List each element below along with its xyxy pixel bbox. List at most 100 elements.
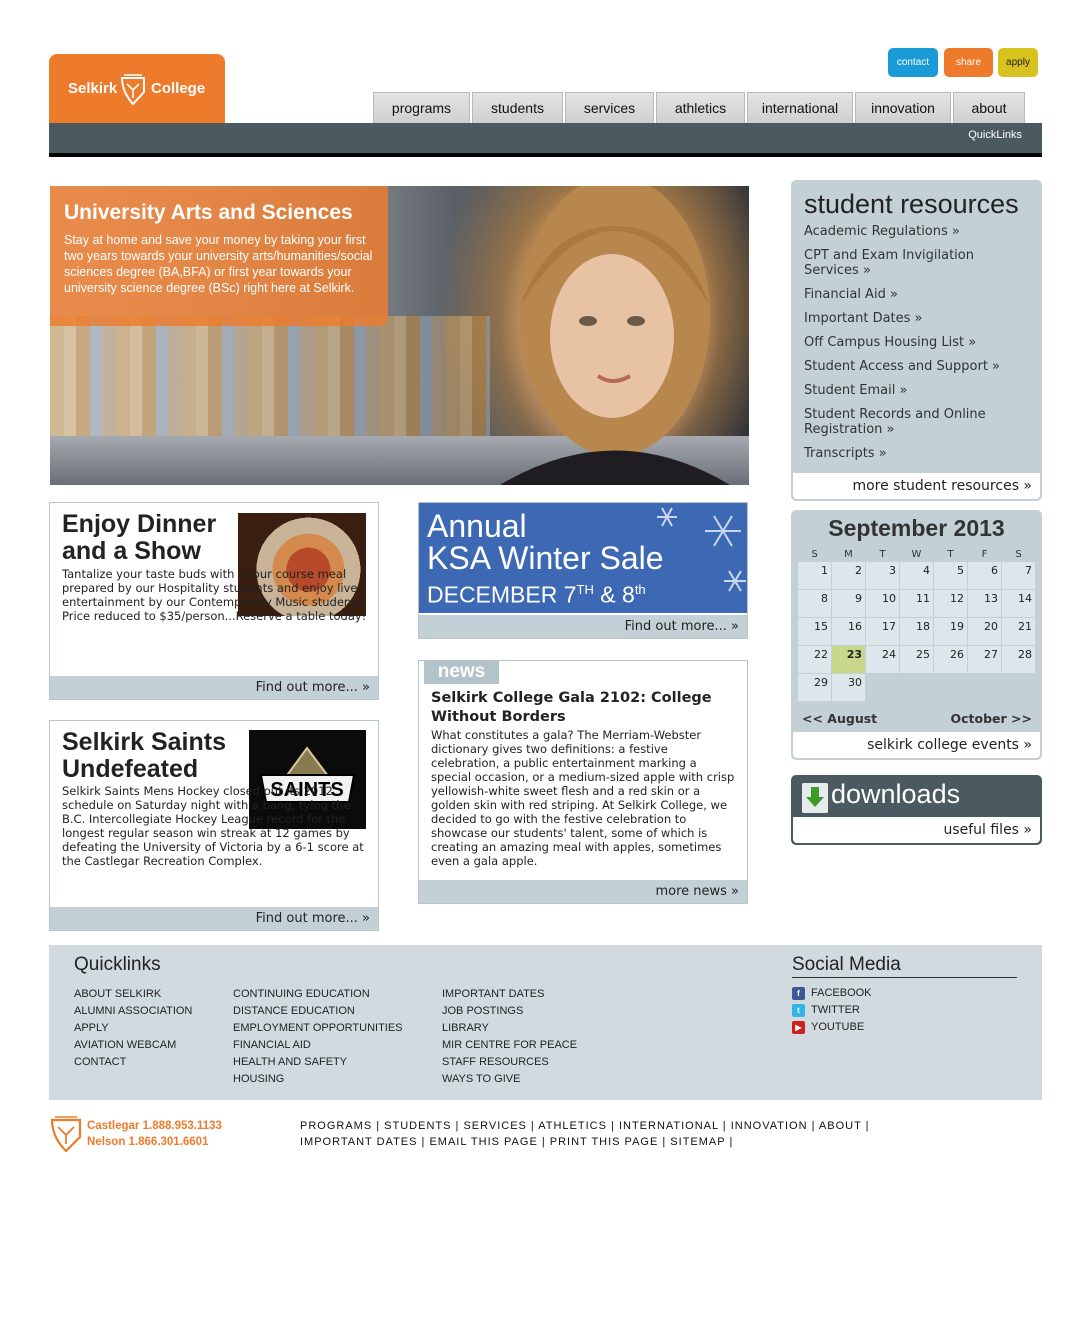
footer-link[interactable]: LIBRARY: [442, 1020, 577, 1037]
youtube-link[interactable]: ▶ YOUTUBE: [792, 1019, 872, 1036]
calendar-day[interactable]: 8: [798, 590, 831, 617]
calendar-day[interactable]: 13: [968, 590, 1001, 617]
calendar-day[interactable]: 15: [798, 618, 831, 645]
bottom-link-print-page[interactable]: PRINT THIS PAGE: [550, 1136, 659, 1148]
calendar-day[interactable]: 4: [900, 562, 933, 589]
share-button[interactable]: share: [944, 48, 993, 77]
footer-link[interactable]: HEALTH AND SAFETY: [233, 1054, 403, 1071]
twitter-link[interactable]: t TWITTER: [792, 1002, 872, 1019]
nav-tab-about[interactable]: about: [953, 92, 1025, 123]
calendar-day[interactable]: 14: [1002, 590, 1035, 617]
calendar-day[interactable]: 21: [1002, 618, 1035, 645]
calendar-day[interactable]: 11: [900, 590, 933, 617]
nav-tab-international[interactable]: international: [747, 92, 853, 123]
footer-link[interactable]: DISTANCE EDUCATION: [233, 1003, 403, 1020]
calendar-day[interactable]: 10: [866, 590, 899, 617]
bottom-link-about[interactable]: ABOUT: [819, 1120, 862, 1132]
footer-link[interactable]: AVIATION WEBCAM: [74, 1037, 192, 1054]
calendar-day[interactable]: 20: [968, 618, 1001, 645]
nav-tab-services[interactable]: services: [565, 92, 654, 123]
footer-link[interactable]: APPLY: [74, 1020, 192, 1037]
resource-link[interactable]: Financial Aid »: [804, 287, 1029, 302]
calendar-day[interactable]: 3: [866, 562, 899, 589]
calendar-day[interactable]: 17: [866, 618, 899, 645]
news-title[interactable]: Selkirk College Gala 2102: College Witho…: [431, 689, 731, 727]
resource-link[interactable]: CPT and Exam Invigilation Services »: [804, 248, 1029, 278]
calendar-next-month-link[interactable]: October >>: [951, 711, 1033, 726]
bottom-link-email-page[interactable]: EMAIL THIS PAGE: [429, 1136, 537, 1148]
saints-find-out-more-link[interactable]: Find out more... »: [50, 907, 378, 930]
calendar-day[interactable]: 7: [1002, 562, 1035, 589]
calendar-day[interactable]: 28: [1002, 646, 1035, 673]
apply-button[interactable]: apply: [998, 48, 1038, 77]
resource-link[interactable]: Off Campus Housing List »: [804, 335, 1029, 350]
calendar-day[interactable]: 22: [798, 646, 831, 673]
ksa-date-1: DECEMBER 7: [427, 581, 577, 608]
calendar-day[interactable]: 24: [866, 646, 899, 673]
footer-link[interactable]: ALUMNI ASSOCIATION: [74, 1003, 192, 1020]
bottom-link-students[interactable]: STUDENTS: [384, 1120, 451, 1132]
calendar-day[interactable]: 9: [832, 590, 865, 617]
footer-link[interactable]: IMPORTANT DATES: [442, 986, 577, 1003]
more-news-link[interactable]: more news »: [419, 880, 747, 903]
youtube-label: YOUTUBE: [811, 1021, 865, 1033]
useful-files-link[interactable]: useful files »: [793, 817, 1040, 843]
resource-link[interactable]: Student Records and Online Registration …: [804, 407, 1029, 437]
dinner-find-out-more-link[interactable]: Find out more... »: [50, 676, 378, 699]
calendar-day[interactable]: 19: [934, 618, 967, 645]
calendar-day[interactable]: 1: [798, 562, 831, 589]
hero-banner[interactable]: University Arts and Sciences Stay at hom…: [50, 186, 749, 485]
footer-link[interactable]: HOUSING: [233, 1071, 403, 1088]
calendar-day[interactable]: 26: [934, 646, 967, 673]
news-text: What constitutes a gala? The Merriam-Web…: [431, 728, 735, 868]
calendar-day[interactable]: 25: [900, 646, 933, 673]
ksa-banner[interactable]: Annual KSA Winter Sale DECEMBER 7TH & 8t…: [419, 503, 747, 613]
more-student-resources-link[interactable]: more student resources »: [793, 473, 1040, 499]
footer-link[interactable]: ABOUT SELKIRK: [74, 986, 192, 1003]
footer-link[interactable]: MIR CENTRE FOR PEACE: [442, 1037, 577, 1054]
contact-phones: Castlegar 1.888.953.1133 Nelson 1.866.30…: [87, 1118, 222, 1150]
footer-link[interactable]: JOB POSTINGS: [442, 1003, 577, 1020]
calendar-day[interactable]: 30: [832, 674, 865, 701]
calendar-day[interactable]: 27: [968, 646, 1001, 673]
footer-link[interactable]: FINANCIAL AID: [233, 1037, 403, 1054]
main-nav: programs students services athletics int…: [373, 92, 1025, 123]
ksa-find-out-more-link[interactable]: Find out more... »: [419, 615, 747, 638]
footer-link[interactable]: STAFF RESOURCES: [442, 1054, 577, 1071]
bottom-link-innovation[interactable]: INNOVATION: [731, 1120, 808, 1132]
calendar-day[interactable]: 5: [934, 562, 967, 589]
resource-link[interactable]: Important Dates »: [804, 311, 1029, 326]
bottom-link-services[interactable]: SERVICES: [463, 1120, 526, 1132]
calendar-prev-month-link[interactable]: << August: [802, 711, 877, 726]
bottom-link-sitemap[interactable]: SITEMAP: [670, 1136, 725, 1148]
footer-link[interactable]: CONTACT: [74, 1054, 192, 1071]
nav-tab-programs[interactable]: programs: [373, 92, 470, 123]
nav-tab-innovation[interactable]: innovation: [855, 92, 951, 123]
calendar-day[interactable]: 18: [900, 618, 933, 645]
downloads-panel: downloads useful files »: [791, 775, 1042, 845]
resource-link[interactable]: Academic Regulations »: [804, 224, 1029, 239]
calendar-day[interactable]: 12: [934, 590, 967, 617]
selkirk-college-events-link[interactable]: selkirk college events »: [793, 732, 1040, 758]
calendar-day-today[interactable]: 23: [832, 646, 865, 673]
nav-tab-athletics[interactable]: athletics: [656, 92, 745, 123]
footer-link[interactable]: WAYS TO GIVE: [442, 1071, 577, 1088]
footer-link[interactable]: EMPLOYMENT OPPORTUNITIES: [233, 1020, 403, 1037]
resource-link[interactable]: Student Access and Support »: [804, 359, 1029, 374]
quicklinks-link[interactable]: QuickLinks: [968, 129, 1022, 141]
footer-link[interactable]: CONTINUING EDUCATION: [233, 986, 403, 1003]
selkirk-logo[interactable]: Selkirk College: [49, 54, 225, 123]
resource-link[interactable]: Transcripts »: [804, 446, 1029, 461]
calendar-day[interactable]: 2: [832, 562, 865, 589]
bottom-link-international[interactable]: INTERNATIONAL: [619, 1120, 719, 1132]
calendar-day[interactable]: 29: [798, 674, 831, 701]
facebook-link[interactable]: f FACEBOOK: [792, 985, 872, 1002]
resource-link[interactable]: Student Email »: [804, 383, 1029, 398]
bottom-link-important-dates[interactable]: IMPORTANT DATES: [300, 1136, 417, 1148]
calendar-day[interactable]: 6: [968, 562, 1001, 589]
bottom-link-programs[interactable]: PROGRAMS: [300, 1120, 372, 1132]
calendar-day[interactable]: 16: [832, 618, 865, 645]
nav-tab-students[interactable]: students: [472, 92, 563, 123]
bottom-link-athletics[interactable]: ATHLETICS: [538, 1120, 607, 1132]
contact-button[interactable]: contact: [888, 48, 938, 77]
